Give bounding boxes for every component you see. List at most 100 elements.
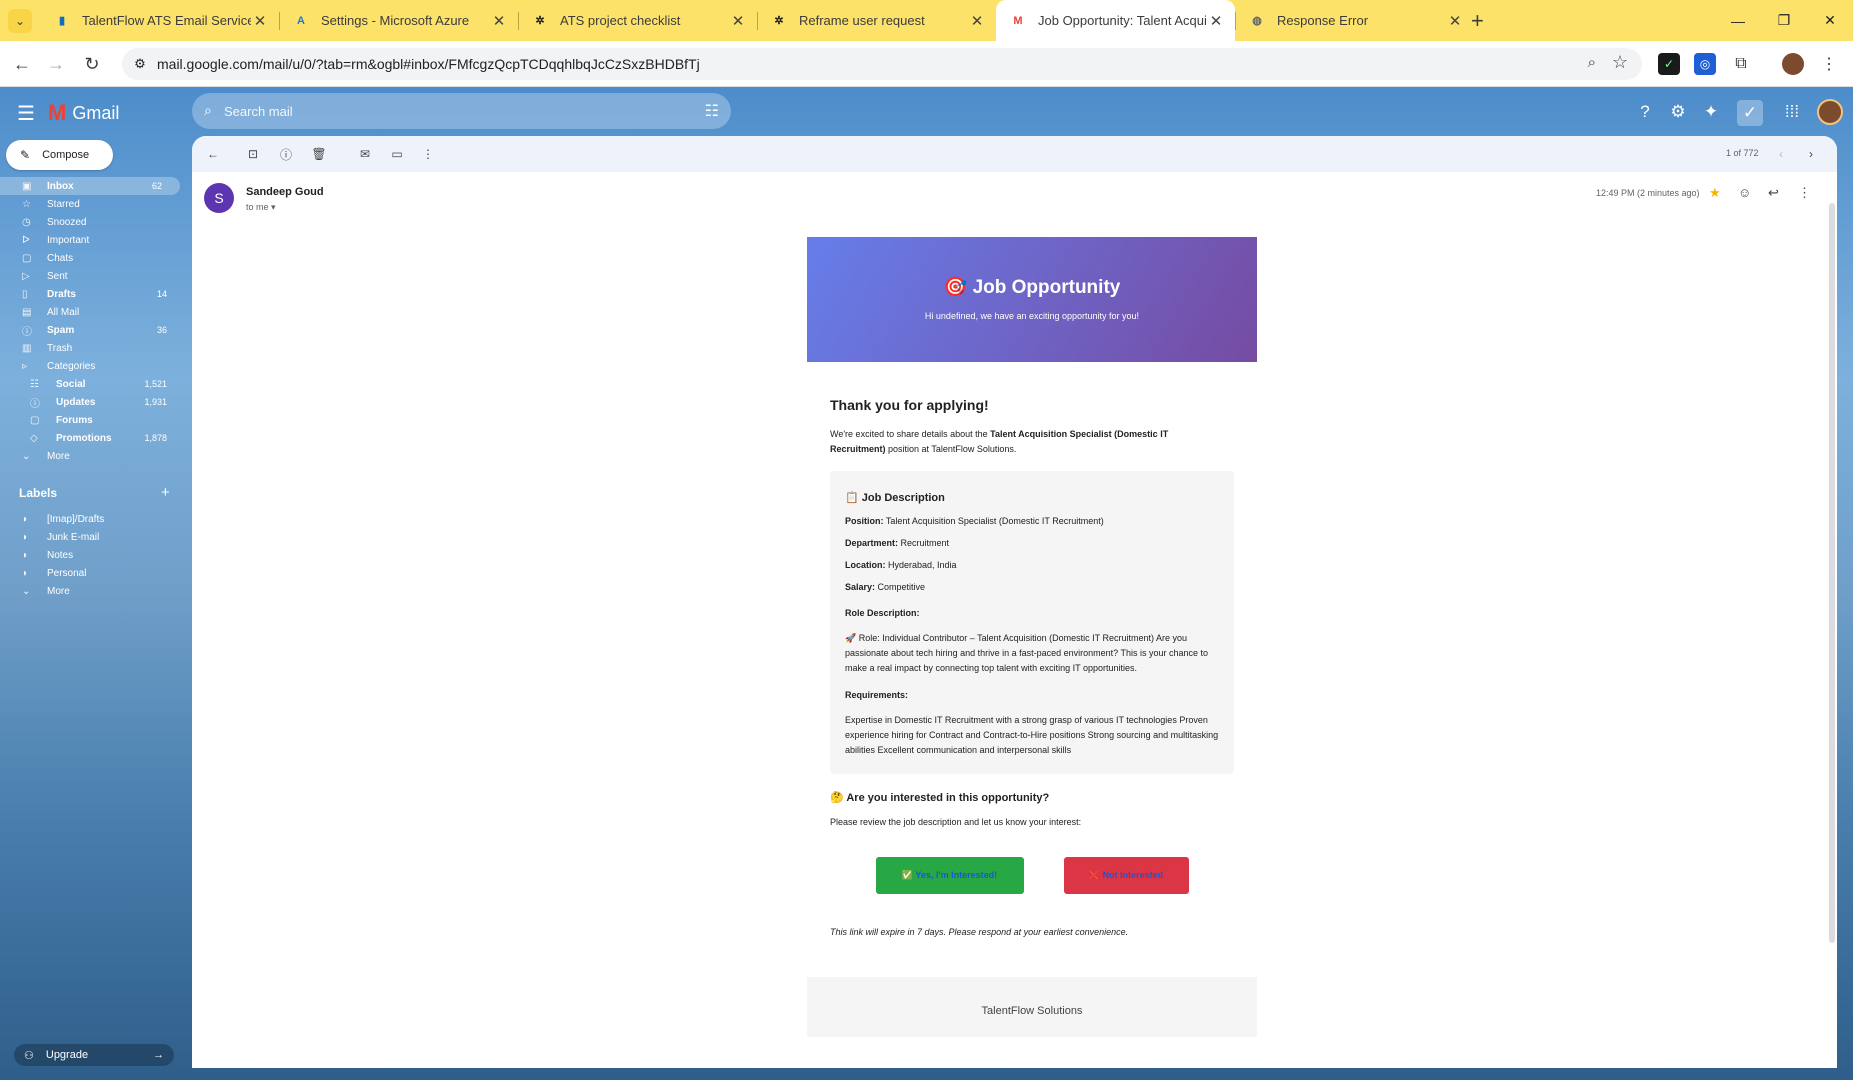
- trash-icon: ▥: [22, 342, 32, 354]
- close-tab-icon[interactable]: ✕: [1207, 12, 1225, 30]
- report-spam-icon[interactable]: ⓘ: [277, 145, 295, 163]
- restore-icon[interactable]: ❐: [1761, 0, 1807, 41]
- settings-gear-icon[interactable]: ⚙: [1666, 100, 1690, 124]
- account-avatar[interactable]: [1817, 99, 1843, 125]
- salary-row: Salary: Competitive: [845, 582, 1219, 592]
- label-item[interactable]: ◗ [Imap]/Drafts: [0, 510, 185, 528]
- close-window-icon[interactable]: ✕: [1807, 0, 1853, 41]
- browser-tab[interactable]: ▮ TalentFlow ATS Email Service - M✕: [40, 0, 279, 41]
- search-input[interactable]: Search mail: [224, 104, 293, 119]
- not-interested-button[interactable]: ❌ Not Interested: [1063, 857, 1189, 894]
- new-tab-icon[interactable]: +: [1471, 8, 1484, 34]
- chevron-down-icon: ⌄: [22, 585, 31, 597]
- interest-question: 🤔 Are you interested in this opportunity…: [830, 792, 1050, 804]
- gemini-spark-icon[interactable]: ✦: [1699, 100, 1723, 124]
- sidebar-item-inbox[interactable]: ▣ Inbox 62: [0, 177, 180, 195]
- sidebar-item-categories[interactable]: ▹ Categories: [0, 357, 185, 375]
- message-panel: ← ⊡ ⓘ 🗑 ✉ ▭ ⋮ 1 of 772 ‹ › S Sandeep Gou…: [192, 136, 1837, 1068]
- close-tab-icon[interactable]: ✕: [968, 12, 986, 30]
- scrollbar-thumb[interactable]: [1829, 203, 1835, 943]
- jd-heading: 📋 Job Description: [845, 492, 945, 504]
- back-icon[interactable]: ←: [10, 52, 34, 76]
- label-item[interactable]: ◗ Personal: [0, 564, 185, 582]
- scrollbar[interactable]: [1827, 173, 1837, 1068]
- sidebar-more[interactable]: ⌄ More: [0, 447, 185, 465]
- bookmark-star-icon[interactable]: ☆: [1612, 52, 1628, 73]
- label-item[interactable]: ◗ Junk E-mail: [0, 528, 185, 546]
- close-tab-icon[interactable]: ✕: [251, 12, 269, 30]
- url-text: mail.google.com/mail/u/0/?tab=rm&ogbl#in…: [157, 56, 700, 72]
- close-tab-icon[interactable]: ✕: [729, 12, 747, 30]
- profile-avatar[interactable]: [1782, 53, 1804, 75]
- zoom-icon[interactable]: ⌕: [1588, 54, 1596, 71]
- browser-tab[interactable]: ✲ Reframe user request ✕: [757, 0, 996, 41]
- unread-count: 36: [156, 325, 167, 335]
- search-bar[interactable]: ⌕ Search mail ☷: [192, 93, 731, 129]
- sidebar-item-drafts[interactable]: ▯ Drafts 14: [0, 285, 185, 303]
- clock-icon: ◷: [22, 216, 31, 228]
- intro-paragraph: We're excited to share details about the…: [830, 427, 1210, 457]
- interested-button[interactable]: ✅ Yes, I'm Interested!: [875, 857, 1024, 894]
- add-label-icon[interactable]: +: [161, 484, 170, 501]
- main-menu-icon[interactable]: ☰: [17, 101, 35, 126]
- sidebar-item-important[interactable]: ᐅ Important: [0, 231, 185, 249]
- search-options-icon[interactable]: ☷: [705, 101, 719, 121]
- extension-icon[interactable]: ✓: [1658, 53, 1680, 75]
- newer-icon[interactable]: ‹: [1772, 145, 1790, 163]
- sidebar-item-label: All Mail: [47, 306, 80, 318]
- sidebar-item-spam[interactable]: ⓘ Spam 36: [0, 321, 185, 339]
- apps-grid-icon[interactable]: ⁞⁞⁞: [1780, 100, 1804, 124]
- delete-icon[interactable]: 🗑: [310, 145, 328, 163]
- sidebar-item-label: Updates: [56, 396, 96, 408]
- archive-icon[interactable]: ⊡: [244, 145, 262, 163]
- browser-menu-icon[interactable]: ⋮: [1818, 53, 1840, 75]
- recipient-details[interactable]: to me ▾: [246, 202, 276, 213]
- upgrade-icon: ⚇: [24, 1049, 34, 1062]
- sidebar-item-updates[interactable]: ⓘ Updates 1,931: [0, 393, 185, 411]
- close-tab-icon[interactable]: ✕: [490, 12, 508, 30]
- older-icon[interactable]: ›: [1802, 145, 1820, 163]
- search-icon[interactable]: ⌕: [204, 102, 212, 119]
- upgrade-button[interactable]: ⚇ Upgrade →: [14, 1044, 174, 1066]
- browser-tab[interactable]: M Job Opportunity: Talent Acquisi ✕: [996, 0, 1235, 41]
- sender-name[interactable]: Sandeep Goud: [246, 186, 324, 198]
- more-actions-icon[interactable]: ⋮: [419, 145, 437, 163]
- gmail-logo[interactable]: M Gmail: [48, 100, 119, 126]
- sender-avatar[interactable]: S: [204, 183, 234, 213]
- sidebar-item-all-mail[interactable]: ▤ All Mail: [0, 303, 185, 321]
- back-to-inbox-icon[interactable]: ←: [204, 145, 222, 163]
- reply-icon[interactable]: ↩: [1768, 185, 1779, 201]
- star-icon[interactable]: ★: [1709, 185, 1721, 201]
- browser-tab[interactable]: ◍ Response Error ✕: [1235, 0, 1474, 41]
- extensions-puzzle-icon[interactable]: ⧉: [1730, 53, 1752, 75]
- compose-button[interactable]: ✎ Compose: [6, 140, 113, 170]
- tab-search-icon[interactable]: ⌄: [8, 9, 32, 33]
- emoji-react-icon[interactable]: ☺: [1738, 185, 1751, 200]
- sidebar-item-snoozed[interactable]: ◷ Snoozed: [0, 213, 185, 231]
- sidebar-item-chats[interactable]: ▢ Chats: [0, 249, 185, 267]
- extension-icon[interactable]: ◎: [1694, 53, 1716, 75]
- label-tag-icon: ◗: [22, 513, 29, 525]
- sidebar-item-forums[interactable]: ▢ Forums: [0, 411, 185, 429]
- label-item[interactable]: ◗ Notes: [0, 546, 185, 564]
- browser-tab[interactable]: ✲ ATS project checklist ✕: [518, 0, 757, 41]
- address-bar[interactable]: ⚙ mail.google.com/mail/u/0/?tab=rm&ogbl#…: [122, 48, 1642, 80]
- labels-more[interactable]: ⌄ More: [0, 582, 185, 600]
- sidebar-item-sent[interactable]: ▷ Sent: [0, 267, 185, 285]
- move-to-icon[interactable]: ▭: [388, 145, 406, 163]
- help-icon[interactable]: ?: [1633, 100, 1657, 124]
- minimize-icon[interactable]: —: [1715, 0, 1761, 41]
- sidebar-item-social[interactable]: ☷ Social 1,521: [0, 375, 185, 393]
- sidebar-item-starred[interactable]: ☆ Starred: [0, 195, 185, 213]
- forward-icon[interactable]: →: [44, 52, 68, 76]
- sidebar-item-promotions[interactable]: ◇ Promotions 1,878: [0, 429, 185, 447]
- browser-tab[interactable]: A Settings - Microsoft Azure ✕: [279, 0, 518, 41]
- extension-check-icon[interactable]: ✓: [1737, 100, 1763, 126]
- reload-icon[interactable]: ↻: [80, 52, 104, 76]
- email-body: 🎯 Job Opportunity Hi undefined, we have …: [807, 237, 1257, 1037]
- site-info-icon[interactable]: ⚙: [130, 54, 150, 74]
- message-more-icon[interactable]: ⋮: [1798, 185, 1811, 201]
- sidebar-item-trash[interactable]: ▥ Trash: [0, 339, 185, 357]
- mark-unread-icon[interactable]: ✉: [356, 145, 374, 163]
- close-tab-icon[interactable]: ✕: [1446, 12, 1464, 30]
